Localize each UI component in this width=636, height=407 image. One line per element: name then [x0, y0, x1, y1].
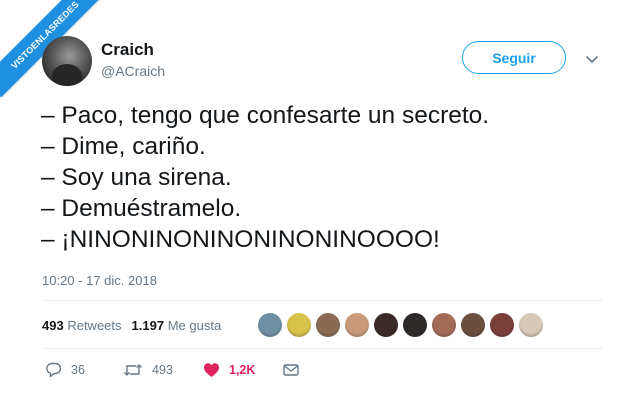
retweet-icon [124, 364, 142, 376]
tweet-text: – Paco, tengo que confesarte un secreto.… [41, 100, 621, 255]
likes-stat[interactable]: 1.197 Me gusta [132, 318, 222, 333]
liker-avatar[interactable] [345, 313, 369, 337]
divider [42, 300, 602, 301]
like-button[interactable]: 1,2K [203, 362, 283, 378]
retweet-button[interactable]: 493 [123, 362, 203, 378]
tweet-line: – ¡NINONINONINONINONINOOOO! [41, 226, 440, 253]
tweet-timestamp[interactable]: 10:20 - 17 dic. 2018 [42, 273, 157, 288]
reply-button[interactable]: 36 [45, 362, 123, 378]
retweets-stat[interactable]: 493 Retweets [42, 318, 122, 333]
liker-avatars [258, 313, 543, 337]
likes-count: 1.197 [131, 318, 165, 333]
action-bar: 36 493 1,2K [45, 362, 299, 378]
author-name[interactable]: Craich [101, 40, 154, 60]
retweet-count: 493 [152, 363, 173, 377]
liker-avatar[interactable] [461, 313, 485, 337]
tweet-line: – Paco, tengo que confesarte un secreto. [41, 102, 490, 129]
tweet-stats: 493 Retweets 1.197 Me gusta [42, 318, 221, 333]
liker-avatar[interactable] [403, 313, 427, 337]
chevron-down-icon[interactable] [585, 52, 599, 63]
message-button[interactable] [283, 363, 299, 377]
author-handle[interactable]: @ACraich [101, 63, 165, 79]
envelope-icon [283, 364, 299, 376]
retweets-label: Retweets [67, 318, 122, 333]
reply-icon [46, 362, 62, 378]
divider [42, 348, 602, 349]
tweet-line: – Soy una sirena. [41, 164, 232, 191]
liker-avatar[interactable] [432, 313, 456, 337]
tweet-line: – Demuéstramelo. [41, 195, 242, 222]
like-count: 1,2K [229, 363, 256, 377]
likes-label: Me gusta [167, 318, 222, 333]
liker-avatar[interactable] [258, 313, 282, 337]
retweets-count: 493 [42, 318, 64, 333]
liker-avatar[interactable] [316, 313, 340, 337]
follow-button[interactable]: Seguir [462, 41, 566, 74]
heart-icon [204, 363, 219, 377]
tweet-line: – Dime, cariño. [41, 133, 206, 160]
liker-avatar[interactable] [287, 313, 311, 337]
liker-avatar[interactable] [490, 313, 514, 337]
avatar[interactable] [42, 36, 92, 86]
liker-avatar[interactable] [374, 313, 398, 337]
liker-avatar[interactable] [519, 313, 543, 337]
reply-count: 36 [71, 363, 85, 377]
